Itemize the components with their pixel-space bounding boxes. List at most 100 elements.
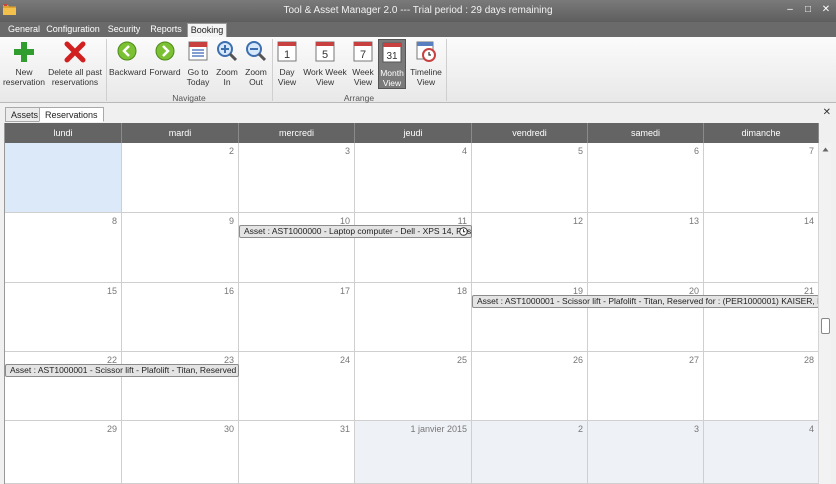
day-cell-saturday[interactable]: 13 — [588, 213, 704, 283]
day-cell-tuesday[interactable]: 23 — [122, 352, 239, 421]
calendar-scrollbar[interactable] — [818, 143, 831, 484]
minimize-button[interactable]: – — [782, 3, 798, 17]
day-cell-friday[interactable]: 2 — [472, 421, 588, 484]
day-cell-sunday[interactable]: 21 — [704, 283, 819, 352]
day-header-saturday: samedi — [588, 123, 704, 143]
work-week-view-button[interactable]: 5 Work Week View — [302, 39, 348, 89]
day-header-monday: lundi — [5, 123, 122, 143]
calendar-month-icon: 31 — [382, 42, 402, 63]
scrollbar-thumb[interactable] — [821, 318, 830, 334]
day-cell-sunday[interactable]: 4 — [704, 421, 819, 484]
reservation-event-scissor-lift[interactable]: Asset : AST1000001 - Scissor lift - Plaf… — [472, 295, 819, 308]
day-cell-wednesday[interactable]: 10 — [239, 213, 355, 283]
zoom-out-button[interactable]: Zoom Out — [242, 39, 270, 89]
scroll-up-arrow-icon[interactable] — [821, 145, 830, 154]
day-view-button[interactable]: 1 Day View — [275, 39, 299, 89]
day-cell-sunday[interactable]: 7 — [704, 143, 819, 213]
week-view-button[interactable]: 7 Week View — [350, 39, 376, 89]
day-number: 18 — [456, 286, 467, 296]
day-cell-sunday[interactable]: 14 — [704, 213, 819, 283]
zoom-in-button[interactable]: Zoom In — [214, 39, 240, 89]
day-cell-tuesday[interactable]: 30 — [122, 421, 239, 484]
day-number: 2 — [577, 424, 583, 434]
day-cell-wednesday[interactable]: 17 — [239, 283, 355, 352]
day-number: 7 — [808, 146, 814, 156]
day-header-thursday: jeudi — [355, 123, 472, 143]
day-view-icon-number: 1 — [284, 49, 290, 61]
day-cell-monday[interactable]: 8 — [5, 213, 122, 283]
day-cell-friday[interactable]: 12 — [472, 213, 588, 283]
day-number: 16 — [223, 286, 234, 296]
day-cell-saturday[interactable]: 6 — [588, 143, 704, 213]
new-reservation-button[interactable]: New reservation — [2, 39, 46, 89]
right-frame — [831, 123, 836, 484]
day-cell-thursday[interactable]: 11 — [355, 213, 472, 283]
day-cell-tuesday[interactable]: 2 — [122, 143, 239, 213]
month-view-button[interactable]: 31 Month View — [378, 39, 406, 89]
day-number: 8 — [111, 216, 117, 226]
maximize-button[interactable]: □ — [800, 3, 816, 17]
go-to-today-label: Go to Today — [186, 67, 210, 87]
day-cell-monday[interactable]: 29 — [5, 421, 122, 484]
document-tab-bar: Assets Reservations ✕ — [0, 105, 836, 122]
title-bar: Tool & Asset Manager 2.0 --- Trial perio… — [0, 0, 836, 22]
ribbon-separator — [446, 39, 447, 101]
day-cell-friday[interactable]: 19 — [472, 283, 588, 352]
day-cell-saturday[interactable]: 20 — [588, 283, 704, 352]
day-cell-tuesday[interactable]: 16 — [122, 283, 239, 352]
day-number: 17 — [339, 286, 350, 296]
go-to-today-button[interactable]: Go to Today — [184, 39, 212, 89]
arrow-right-icon — [155, 41, 175, 61]
day-cell-wednesday[interactable]: 31 — [239, 421, 355, 484]
day-number: 27 — [688, 355, 699, 365]
ribbon: New reservation Delete all past reservat… — [0, 37, 836, 103]
day-cell-sunday[interactable]: 28 — [704, 352, 819, 421]
day-number: 25 — [456, 355, 467, 365]
doc-tab-reservations[interactable]: Reservations — [39, 107, 104, 122]
arrange-group-label: Arrange — [343, 93, 375, 103]
new-reservation-label: New reservation — [2, 67, 46, 87]
day-cell-monday[interactable]: 22 — [5, 352, 122, 421]
day-header-tuesday: mardi — [122, 123, 239, 143]
backward-button[interactable]: Backward — [109, 39, 146, 89]
app-window: Tool & Asset Manager 2.0 --- Trial perio… — [0, 0, 836, 484]
close-window-button[interactable]: ✕ — [818, 3, 834, 17]
day-number: 5 — [577, 146, 583, 156]
tab-booking[interactable]: Booking — [187, 23, 227, 37]
tab-configuration[interactable]: Configuration — [45, 23, 101, 37]
tab-reports[interactable]: Reports — [147, 23, 185, 37]
reservation-event-laptop[interactable]: Asset : AST1000000 - Laptop computer - D… — [239, 225, 472, 238]
reservation-event-scissor-lift-continued[interactable]: Asset : AST1000001 - Scissor lift - Plaf… — [5, 364, 239, 377]
forward-button[interactable]: Forward — [147, 39, 183, 89]
month-view-label: Month View — [380, 68, 404, 88]
day-number: 12 — [572, 216, 583, 226]
tab-security[interactable]: Security — [104, 23, 144, 37]
day-cell-thursday[interactable]: 18 — [355, 283, 472, 352]
day-number: 14 — [803, 216, 814, 226]
tab-general[interactable]: General — [4, 23, 44, 37]
day-cell-tuesday[interactable]: 9 — [122, 213, 239, 283]
day-cell-saturday[interactable]: 3 — [588, 421, 704, 484]
delete-x-icon — [64, 41, 86, 63]
day-cell-wednesday[interactable]: 3 — [239, 143, 355, 213]
day-cell-wednesday[interactable]: 24 — [239, 352, 355, 421]
work-week-view-label: Work Week View — [303, 67, 347, 87]
delete-all-past-reservations-button[interactable]: Delete all past reservations — [48, 39, 102, 89]
navigate-group-label: Navigate — [172, 93, 206, 103]
day-cell-friday[interactable]: 26 — [472, 352, 588, 421]
delete-all-past-label: Delete all past reservations — [48, 67, 102, 87]
timeline-view-button[interactable]: Timeline View — [408, 39, 444, 89]
day-cell-thursday[interactable]: 4 — [355, 143, 472, 213]
timeline-clock-icon — [416, 41, 436, 62]
close-document-icon[interactable]: ✕ — [823, 107, 831, 118]
day-cell-saturday[interactable]: 27 — [588, 352, 704, 421]
day-cell-monday[interactable] — [5, 143, 122, 213]
day-cell-monday[interactable]: 15 — [5, 283, 122, 352]
day-cell-thursday[interactable]: 1 janvier 2015 — [355, 421, 472, 484]
day-cell-friday[interactable]: 5 — [472, 143, 588, 213]
zoom-out-icon — [246, 41, 267, 62]
day-number: 30 — [223, 424, 234, 434]
day-view-label: Day View — [277, 67, 297, 87]
day-cell-thursday[interactable]: 25 — [355, 352, 472, 421]
clock-icon — [459, 227, 468, 236]
